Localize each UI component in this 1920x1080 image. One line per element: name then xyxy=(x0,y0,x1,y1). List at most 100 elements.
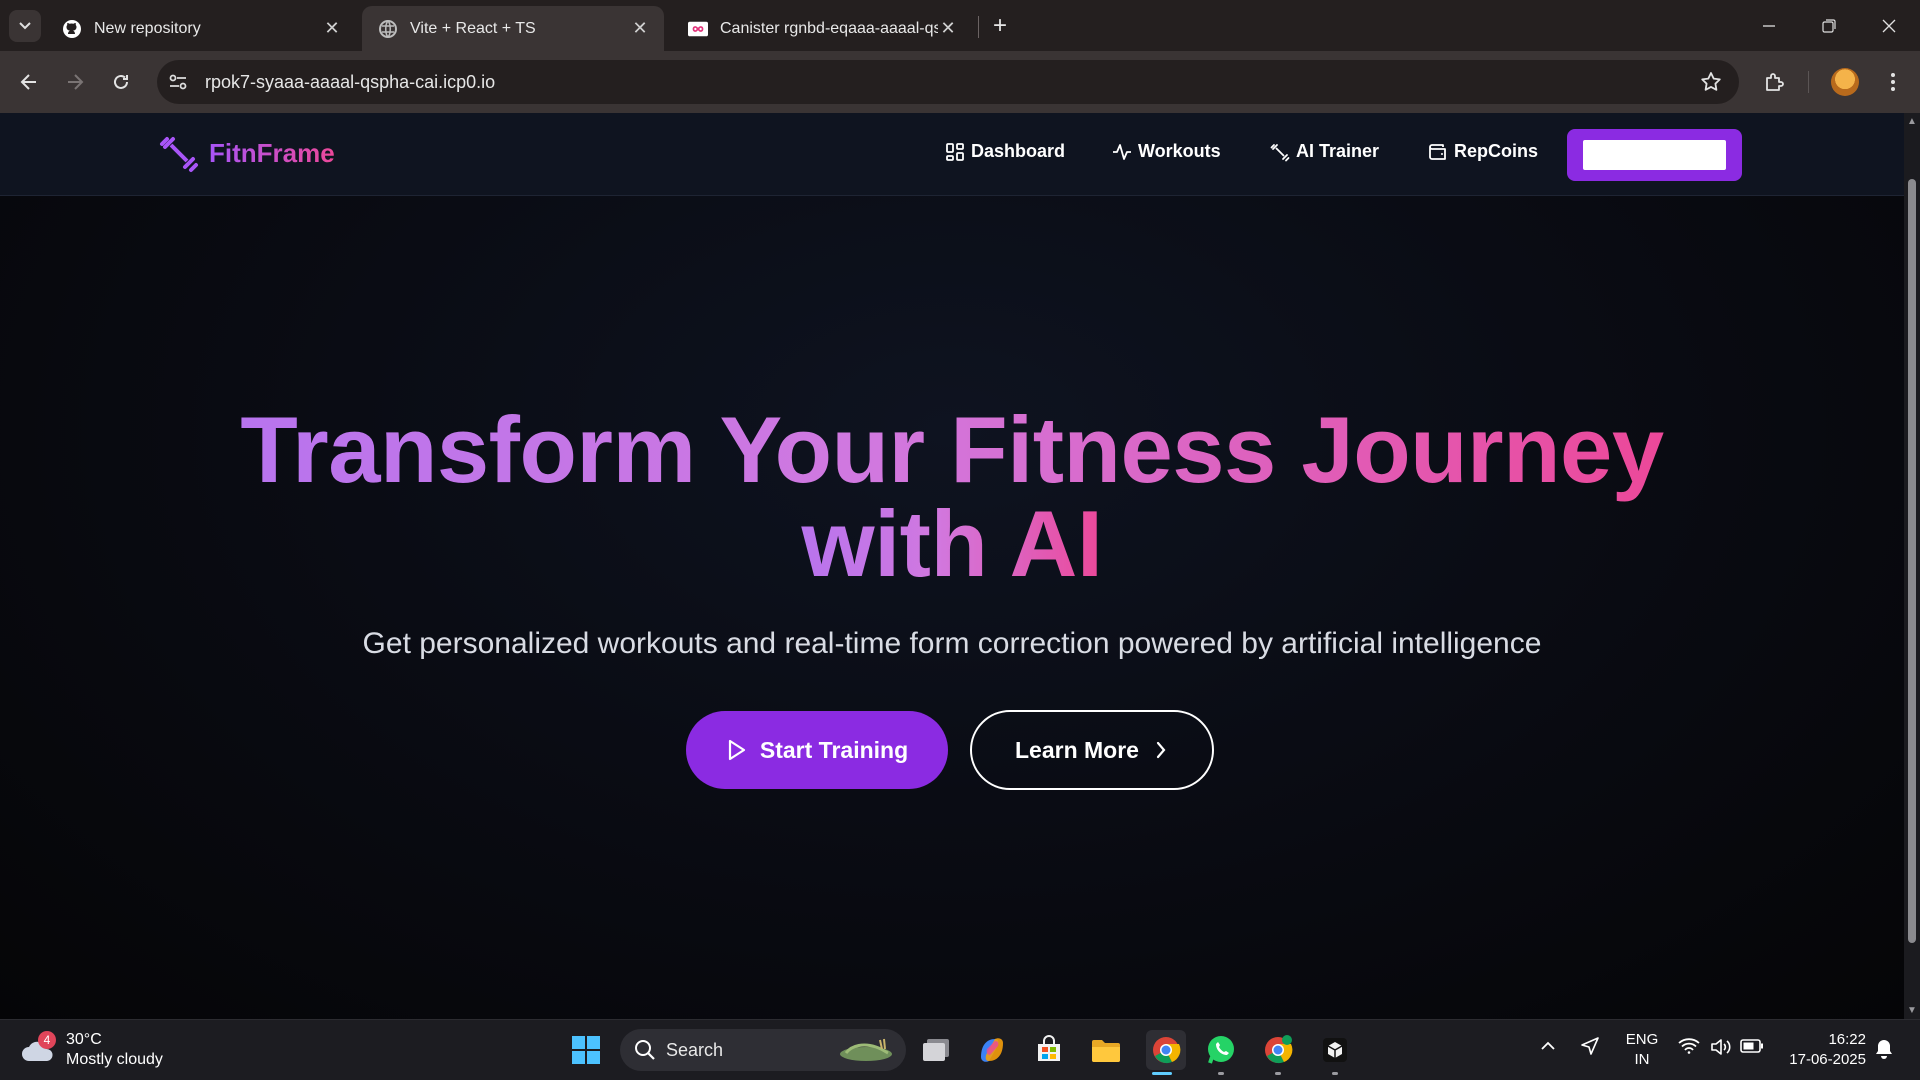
windows-icon xyxy=(572,1036,600,1064)
dumbbell-icon xyxy=(1270,142,1290,162)
address-bar[interactable]: rpok7-syaaa-aaaal-qspha-cai.icp0.io xyxy=(157,60,1739,104)
tab-title: New repository xyxy=(94,19,201,37)
learn-more-button[interactable]: Learn More xyxy=(970,710,1214,790)
browser-tab-canister[interactable]: Canister rgnbd-eqaaa-aaaal-qs ✕ xyxy=(672,6,972,51)
taskbar-search[interactable]: Search xyxy=(620,1029,906,1071)
more-vertical-icon xyxy=(1891,73,1895,91)
wallet-icon xyxy=(1428,142,1448,162)
profile-avatar[interactable] xyxy=(1831,68,1859,96)
region-code: IN xyxy=(1634,1051,1650,1068)
chevron-right-icon xyxy=(1153,740,1169,760)
running-app-indicator xyxy=(1275,1072,1281,1075)
folder-icon xyxy=(1092,1040,1120,1062)
copilot-button[interactable] xyxy=(974,1032,1010,1068)
nav-dashboard[interactable]: Dashboard xyxy=(945,141,1065,162)
brand-name: FitnFrame xyxy=(209,137,335,168)
temperature: 30°C xyxy=(66,1031,102,1048)
task-view-button[interactable] xyxy=(918,1032,954,1068)
clock-date: 17-06-2025 xyxy=(1789,1051,1866,1068)
terminal-app-button[interactable] xyxy=(1317,1032,1353,1068)
nav-ai-trainer[interactable]: AI Trainer xyxy=(1270,141,1379,162)
chrome-icon xyxy=(1265,1035,1293,1064)
tab-title: Vite + React + TS xyxy=(410,19,536,37)
url-text[interactable]: rpok7-syaaa-aaaal-qspha-cai.icp0.io xyxy=(205,72,495,93)
speaker-icon xyxy=(1711,1039,1731,1055)
cloud-icon: 4 xyxy=(20,1031,56,1065)
dumbbell-icon xyxy=(159,133,199,173)
play-icon xyxy=(726,738,748,762)
network-button[interactable] xyxy=(1678,1038,1700,1058)
running-app-indicator xyxy=(1218,1072,1224,1075)
back-button[interactable] xyxy=(13,66,45,98)
grid-icon xyxy=(945,142,965,162)
whatsapp-icon xyxy=(1208,1036,1234,1064)
chrome-icon xyxy=(1153,1037,1181,1064)
close-icon[interactable]: ✕ xyxy=(938,18,958,39)
browser-tab-new-repository[interactable]: New repository ✕ xyxy=(46,6,356,51)
new-tab-button[interactable]: + xyxy=(986,12,1014,40)
forward-button[interactable] xyxy=(59,66,91,98)
location-arrow-icon xyxy=(1581,1037,1599,1055)
reload-button[interactable] xyxy=(105,66,137,98)
restore-icon xyxy=(1822,19,1836,33)
chrome-taskbar-button[interactable] xyxy=(1146,1030,1186,1070)
close-window-button[interactable] xyxy=(1866,8,1912,44)
arrow-right-icon xyxy=(68,74,84,90)
wifi-icon xyxy=(1678,1038,1700,1054)
nav-label: AI Trainer xyxy=(1296,141,1380,161)
hero-subtitle: Get personalized workouts and real-time … xyxy=(362,627,1542,660)
minimize-icon xyxy=(1763,25,1775,27)
start-training-button[interactable]: Start Training xyxy=(686,711,948,789)
file-explorer-button[interactable] xyxy=(1088,1032,1124,1068)
page-viewport: FitnFrame Dashboard Workouts AI Trainer … xyxy=(0,113,1904,1019)
battery-button[interactable] xyxy=(1740,1039,1764,1057)
restore-button[interactable] xyxy=(1806,8,1852,44)
weather-condition: Mostly cloudy xyxy=(66,1051,163,1068)
language-indicator[interactable]: ENG IN xyxy=(1624,1030,1660,1070)
tab-title: Canister rgnbd-eqaaa-aaaal-qs xyxy=(720,19,938,37)
weather-widget[interactable]: 4 30°C Mostly cloudy xyxy=(20,1030,163,1070)
app-navbar: FitnFrame Dashboard Workouts AI Trainer … xyxy=(0,113,1904,196)
bookmark-star-icon[interactable] xyxy=(1699,70,1723,94)
location-button[interactable] xyxy=(1580,1036,1600,1060)
search-highlight-image xyxy=(840,1038,892,1061)
scrollbar-thumb[interactable] xyxy=(1908,179,1916,943)
brand-logo[interactable]: FitnFrame xyxy=(159,133,335,173)
site-settings-icon[interactable] xyxy=(167,72,189,92)
language-code: ENG xyxy=(1625,1031,1659,1048)
nav-workouts[interactable]: Workouts xyxy=(1112,141,1221,162)
active-app-indicator xyxy=(1152,1072,1172,1075)
tab-separator xyxy=(978,16,979,38)
scroll-up-icon[interactable]: ▲ xyxy=(1907,116,1917,127)
infinity-icon xyxy=(688,19,708,39)
microsoft-store-button[interactable] xyxy=(1031,1032,1067,1068)
browser-tab-strip: New repository ✕ Vite + React + TS ✕ Can… xyxy=(0,0,1920,51)
connect-wallet-button[interactable] xyxy=(1567,129,1742,181)
nav-label: Workouts xyxy=(1138,141,1221,161)
start-button[interactable] xyxy=(568,1032,604,1068)
notifications-button[interactable] xyxy=(1874,1038,1894,1064)
system-clock[interactable]: 16:22 17-06-2025 xyxy=(1782,1030,1866,1070)
globe-icon xyxy=(378,19,398,39)
nav-repcoins[interactable]: RepCoins xyxy=(1428,141,1538,162)
close-icon xyxy=(1882,19,1896,33)
browser-tab-vite-react[interactable]: Vite + React + TS ✕ xyxy=(362,6,664,51)
scroll-down-icon[interactable]: ▼ xyxy=(1907,1005,1917,1016)
chrome-profile-button[interactable] xyxy=(1260,1032,1296,1068)
toolbar-separator xyxy=(1808,71,1809,93)
browser-menu-button[interactable] xyxy=(1877,66,1909,98)
close-icon[interactable]: ✕ xyxy=(630,18,650,39)
whatsapp-button[interactable] xyxy=(1203,1032,1239,1068)
page-scrollbar[interactable]: ▲ ▼ xyxy=(1904,113,1920,1019)
battery-icon xyxy=(1740,1039,1763,1053)
nav-label: Dashboard xyxy=(971,141,1066,161)
extensions-button[interactable] xyxy=(1759,66,1791,98)
show-hidden-icons-button[interactable] xyxy=(1540,1038,1556,1055)
close-icon[interactable]: ✕ xyxy=(322,18,342,39)
volume-button[interactable] xyxy=(1710,1038,1732,1060)
tab-search-button[interactable] xyxy=(9,10,41,42)
button-inner-placeholder xyxy=(1583,140,1726,170)
github-icon xyxy=(62,19,82,39)
clock-time: 16:22 xyxy=(1828,1031,1866,1048)
minimize-button[interactable] xyxy=(1746,8,1792,44)
